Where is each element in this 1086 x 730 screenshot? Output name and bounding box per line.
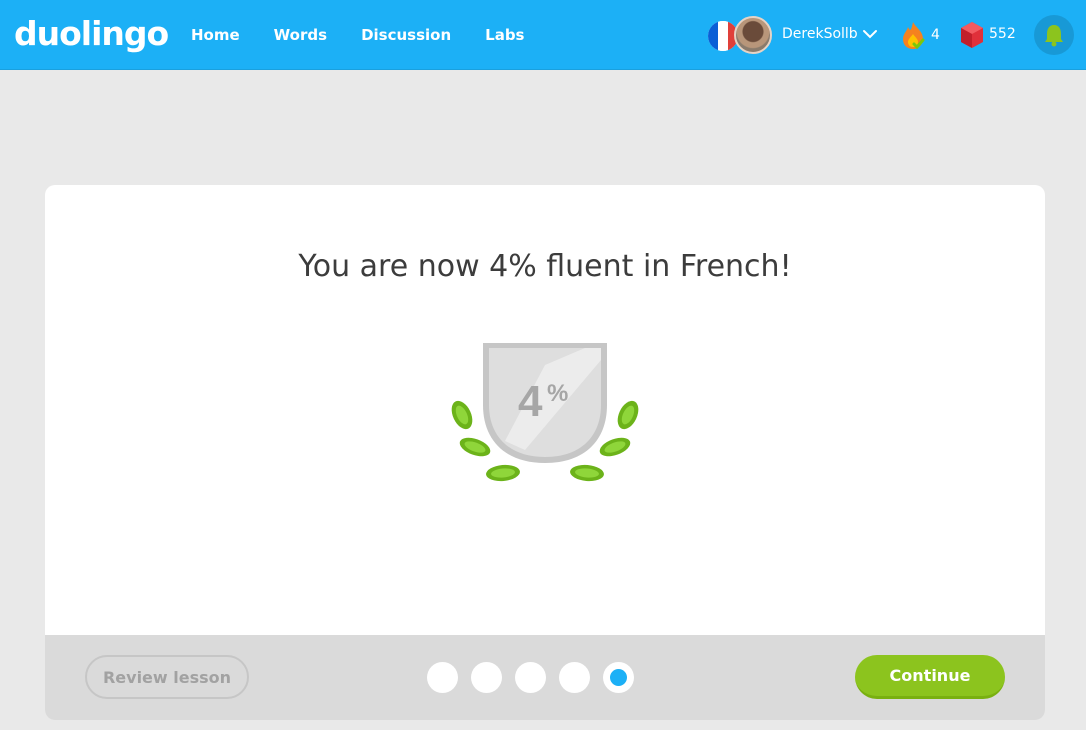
progress-dot bbox=[515, 662, 546, 693]
duolingo-logo[interactable]: duolingo bbox=[14, 12, 169, 56]
lesson-complete-card: You are now 4% fluent in French! 4 % Rev… bbox=[45, 185, 1045, 720]
chevron-down-icon[interactable] bbox=[862, 26, 878, 42]
nav-words-link[interactable]: Words bbox=[274, 26, 327, 44]
lesson-footer: Review lesson Continue bbox=[45, 635, 1045, 720]
streak-count: 4 bbox=[931, 27, 940, 43]
progress-dot-active bbox=[603, 662, 634, 693]
badge-percent-sign: % bbox=[547, 380, 569, 407]
nav-discussion-link[interactable]: Discussion bbox=[361, 26, 451, 44]
progress-dot bbox=[471, 662, 502, 693]
main-nav: Home Words Discussion Labs bbox=[191, 0, 559, 70]
review-lesson-button[interactable]: Review lesson bbox=[85, 655, 249, 699]
badge-percentage: 4 bbox=[518, 377, 543, 426]
nav-labs-link[interactable]: Labs bbox=[485, 26, 524, 44]
continue-button[interactable]: Continue bbox=[855, 655, 1005, 699]
notifications-button[interactable] bbox=[1034, 15, 1074, 55]
gem-icon[interactable] bbox=[960, 21, 984, 49]
nav-home-link[interactable]: Home bbox=[191, 26, 240, 44]
bell-icon bbox=[1045, 25, 1063, 47]
fluency-headline: You are now 4% fluent in French! bbox=[298, 249, 792, 284]
fluency-shield-icon bbox=[451, 343, 639, 482]
progress-dot bbox=[559, 662, 590, 693]
gem-count: 552 bbox=[989, 26, 1016, 42]
progress-dot bbox=[427, 662, 458, 693]
avatar[interactable] bbox=[734, 16, 772, 54]
username[interactable]: DerekSollb bbox=[782, 26, 858, 42]
top-nav-bar: duolingo Home Words Discussion Labs Dere… bbox=[0, 0, 1086, 70]
progress-dots bbox=[427, 662, 647, 693]
streak-flame-icon[interactable] bbox=[900, 20, 926, 50]
